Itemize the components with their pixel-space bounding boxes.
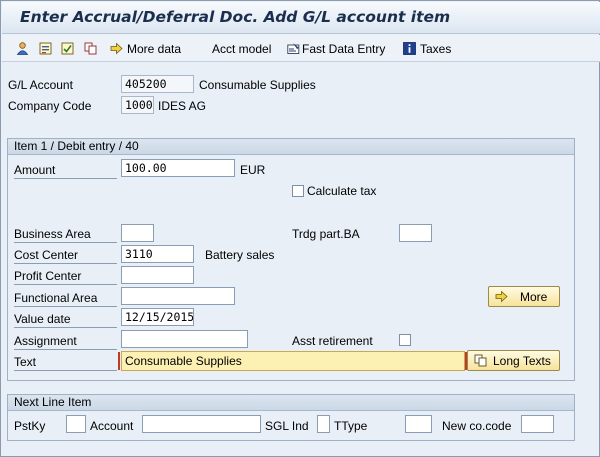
next-line-group: Next Line Item [7,394,575,441]
pstky-field[interactable] [66,415,86,433]
amount-field[interactable]: 100.00 [121,159,235,177]
new-co-code-field[interactable] [521,415,554,433]
calculate-tax-checkbox[interactable] [292,185,304,197]
text-field[interactable]: Consumable Supplies [121,351,465,371]
long-texts-label: Long Texts [493,353,551,368]
sgl-ind-label: SGL Ind [265,419,309,433]
acct-model-label: Acct model [212,41,272,56]
more-data-label: More data [127,41,182,56]
sgl-ind-field[interactable] [317,415,330,433]
document-save-icon [39,42,52,55]
fast-entry-icon [287,42,300,55]
title-bar: Enter Accrual/Deferral Doc. Add G/L acco… [2,2,600,34]
item-group-title: Item 1 / Debit entry / 40 [8,139,574,155]
calculate-tax-label: Calculate tax [307,184,377,198]
long-texts-button[interactable]: Long Texts [467,350,560,371]
account-label: Account [90,419,134,433]
new-co-code-label: New co.code [442,419,512,433]
functional-area-field[interactable] [121,287,235,305]
cost-center-field[interactable]: 3110 [121,245,194,263]
trdg-part-field[interactable] [399,224,432,242]
assignment-label: Assignment [14,334,117,350]
profit-center-label: Profit Center [14,269,117,285]
ttype-field[interactable] [405,415,432,433]
person-button[interactable] [16,40,29,57]
amount-label: Amount [14,163,117,179]
value-date-field[interactable]: 12/15/2015 [121,308,194,326]
acct-model-button[interactable]: Acct model [212,40,271,57]
application-toolbar: More data Acct model Fast Data Entry Tax… [2,35,600,62]
fast-data-entry-label: Fast Data Entry [302,41,386,56]
document-check-icon [61,42,74,55]
text-label: Text [14,355,117,371]
asst-retirement-checkbox[interactable] [399,334,411,346]
gl-account-label: G/L Account [8,78,73,92]
account-field[interactable] [142,415,261,433]
asst-retirement-label: Asst retirement [292,334,373,348]
company-code-description: IDES AG [158,99,207,113]
copy-icon [84,42,97,55]
taxes-button[interactable]: Taxes [403,40,451,57]
copy-icon [474,354,487,367]
text-field-left-marker [118,352,122,370]
more-button-label: More [520,289,548,304]
ttype-label: TType [334,419,368,433]
currency-label: EUR [240,163,266,177]
business-area-field[interactable] [121,224,154,242]
page-title: Enter Accrual/Deferral Doc. Add G/L acco… [20,8,451,26]
arrow-right-icon [110,42,123,55]
business-area-label: Business Area [14,227,117,243]
company-code-label: Company Code [8,99,92,113]
save-doc-button[interactable] [39,40,52,57]
functional-area-label: Functional Area [14,291,117,307]
fast-data-entry-button[interactable]: Fast Data Entry [287,40,385,57]
gl-account-description: Consumable Supplies [199,78,316,92]
cost-center-label: Cost Center [14,248,117,264]
more-button[interactable]: More [488,286,560,307]
gl-account-field[interactable]: 405200 [121,75,194,93]
window-frame: Enter Accrual/Deferral Doc. Add G/L acco… [0,0,600,457]
taxes-label: Taxes [420,41,452,56]
assignment-field[interactable] [121,330,248,348]
more-data-button[interactable]: More data [110,40,181,57]
pstky-label: PstKy [14,419,46,433]
check-doc-button[interactable] [61,40,74,57]
value-date-label: Value date [14,312,117,328]
profit-center-field[interactable] [121,266,194,284]
info-icon [403,42,416,55]
company-code-field[interactable]: 1000 [121,96,154,114]
person-icon [16,42,29,55]
arrow-right-icon [495,290,508,303]
cost-center-description: Battery sales [205,248,275,262]
next-line-group-title: Next Line Item [8,395,574,411]
trdg-part-label: Trdg part.BA [292,227,360,241]
copy-button[interactable] [84,40,97,57]
